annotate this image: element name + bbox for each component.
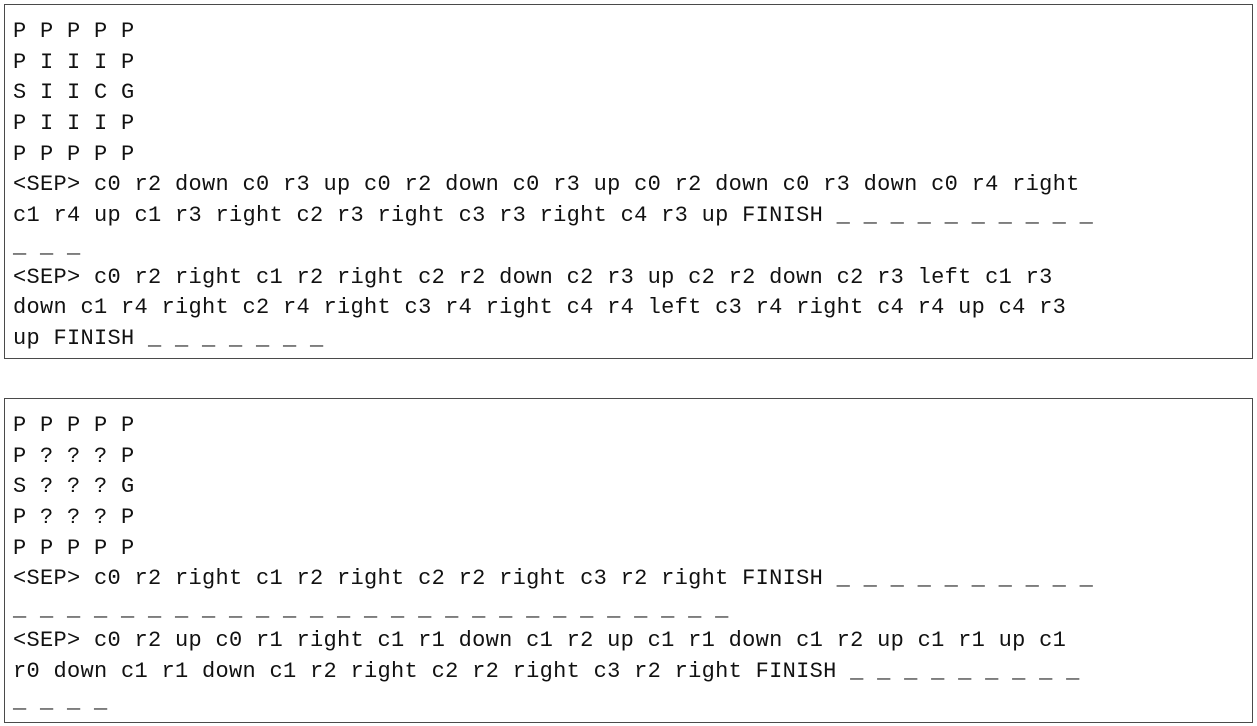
text-panel-2: P P P P P P ? ? ? P S ? ? ? G P ? ? ? P … [4,398,1253,723]
text-line: P ? ? ? P [13,443,135,469]
text-line: P I I I P [13,111,135,137]
text-line: up FINISH _ _ _ _ _ _ _ [13,325,324,351]
text-panel-1: P P P P P P I I I P S I I C G P I I I P … [4,4,1253,359]
text-line: down c1 r4 right c2 r4 right c3 r4 right… [13,295,1067,321]
text-line: _ _ _ _ _ _ _ _ _ _ _ _ _ _ _ _ _ _ _ _ … [13,597,729,623]
text-line: <SEP> c0 r2 right c1 r2 right c2 r2 righ… [13,566,1094,592]
text-line: <SEP> c0 r2 right c1 r2 right c2 r2 down… [13,264,1053,290]
text-line: _ _ _ _ [13,689,108,715]
text-line: P P P P P [13,413,135,438]
text-line: P ? ? ? P [13,505,135,531]
text-line: r0 down c1 r1 down c1 r2 right c2 r2 rig… [13,658,1080,684]
text-line: S ? ? ? G [13,474,135,500]
text-line: <SEP> c0 r2 up c0 r1 right c1 r1 down c1… [13,627,1067,653]
text-line: c1 r4 up c1 r3 right c2 r3 right c3 r3 r… [13,203,1094,229]
text-line: P I I I P [13,49,135,75]
text-line: _ _ _ [13,233,81,259]
text-line: P P P P P [13,535,135,561]
text-line: S I I C G [13,80,135,106]
text-line: <SEP> c0 r2 down c0 r3 up c0 r2 down c0 … [13,172,1080,198]
text-line: P P P P P [13,141,135,167]
text-line: P P P P P [13,19,135,44]
